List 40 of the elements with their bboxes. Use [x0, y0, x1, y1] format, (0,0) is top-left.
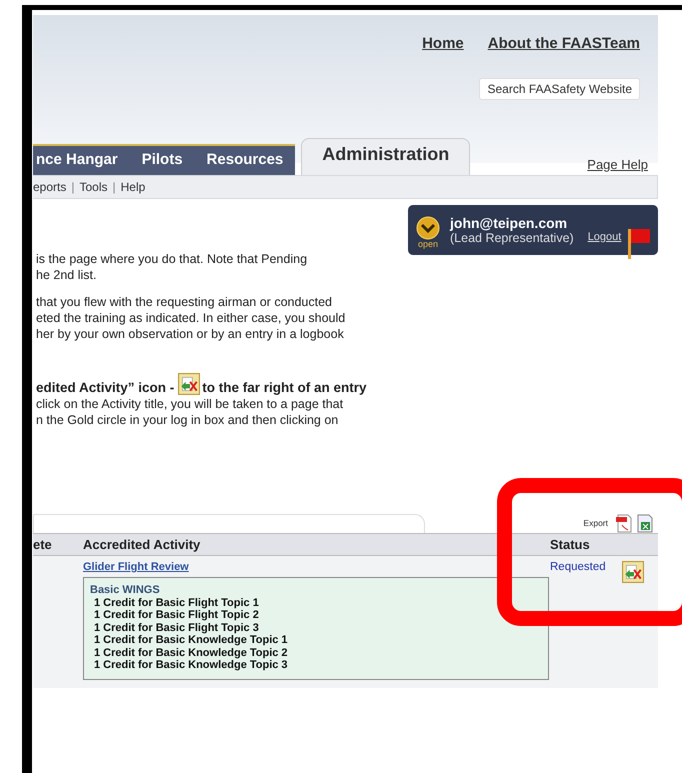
column-header: ete	[33, 533, 83, 556]
column-header: Status	[550, 533, 658, 556]
nav-link[interactable]: Home	[422, 35, 464, 52]
separator: |	[112, 180, 116, 194]
instruction-text: edited Activity” icon -	[36, 380, 174, 396]
nav-tab[interactable]: nce Hangar	[33, 144, 130, 175]
credit-line: 1 Credit for Basic Knowledge Topic 2	[93, 646, 289, 659]
paragraph: that you flew with the requesting airman or conducted eted the training as indicated. In either case, you should her by your own observation or by an entry in a logbook	[36, 294, 346, 342]
nav-tab[interactable]: Resources	[194, 144, 296, 175]
activity-link[interactable]: Glider Flight Review	[83, 561, 550, 573]
nav-link[interactable]: About the FAASTeam	[488, 35, 640, 52]
separator: |	[71, 180, 74, 194]
paragraph: click on the Activity title, you will be taken to a page that n the Gold circle in your log in box and then clicking on	[36, 396, 344, 428]
search-button[interactable]: Search FAASafety Website	[479, 78, 640, 100]
approve-button[interactable]	[622, 561, 644, 583]
badge-label: open	[418, 240, 438, 248]
credit-line: 1 Credit for Basic Knowledge Topic 1	[93, 634, 289, 646]
status-text: Requested	[550, 561, 606, 573]
menu-circle-icon[interactable]	[416, 216, 440, 240]
credit-line: 1 Credit for Basic Flight Topic 3	[93, 622, 260, 634]
user-role: (Lead Representative)	[450, 231, 574, 245]
export-label: Export	[583, 518, 608, 528]
logout-link[interactable]: Logout	[588, 231, 622, 243]
instruction-text: to the far right of an entry	[202, 380, 367, 396]
credit-line: 1 Credit for Basic Flight Topic 2	[93, 609, 260, 622]
approve-icon[interactable]	[178, 373, 200, 395]
column-header: Accredited Activity	[83, 533, 550, 556]
paragraph: is the page where you do that. Note that Pending he 2nd list.	[36, 251, 308, 283]
credit-line: 1 Credit for Basic Flight Topic 1	[93, 596, 260, 609]
nav-tab[interactable]: Administration	[301, 138, 470, 175]
credit-line: 1 Credit for Basic Knowledge Topic 3	[93, 659, 289, 672]
spreadsheet-icon[interactable]	[636, 513, 654, 533]
program-name: Basic WINGS	[90, 584, 161, 596]
subnav-link[interactable]: Tools	[79, 180, 108, 194]
nav-tab[interactable]: Pilots	[130, 144, 195, 175]
user-email: john@teipen.com	[450, 215, 568, 231]
page-help-link[interactable]: Page Help	[587, 156, 648, 172]
pdf-icon[interactable]	[615, 513, 633, 533]
subnav-link[interactable]: Help	[120, 180, 146, 194]
subnav-link[interactable]: eports	[33, 180, 66, 194]
